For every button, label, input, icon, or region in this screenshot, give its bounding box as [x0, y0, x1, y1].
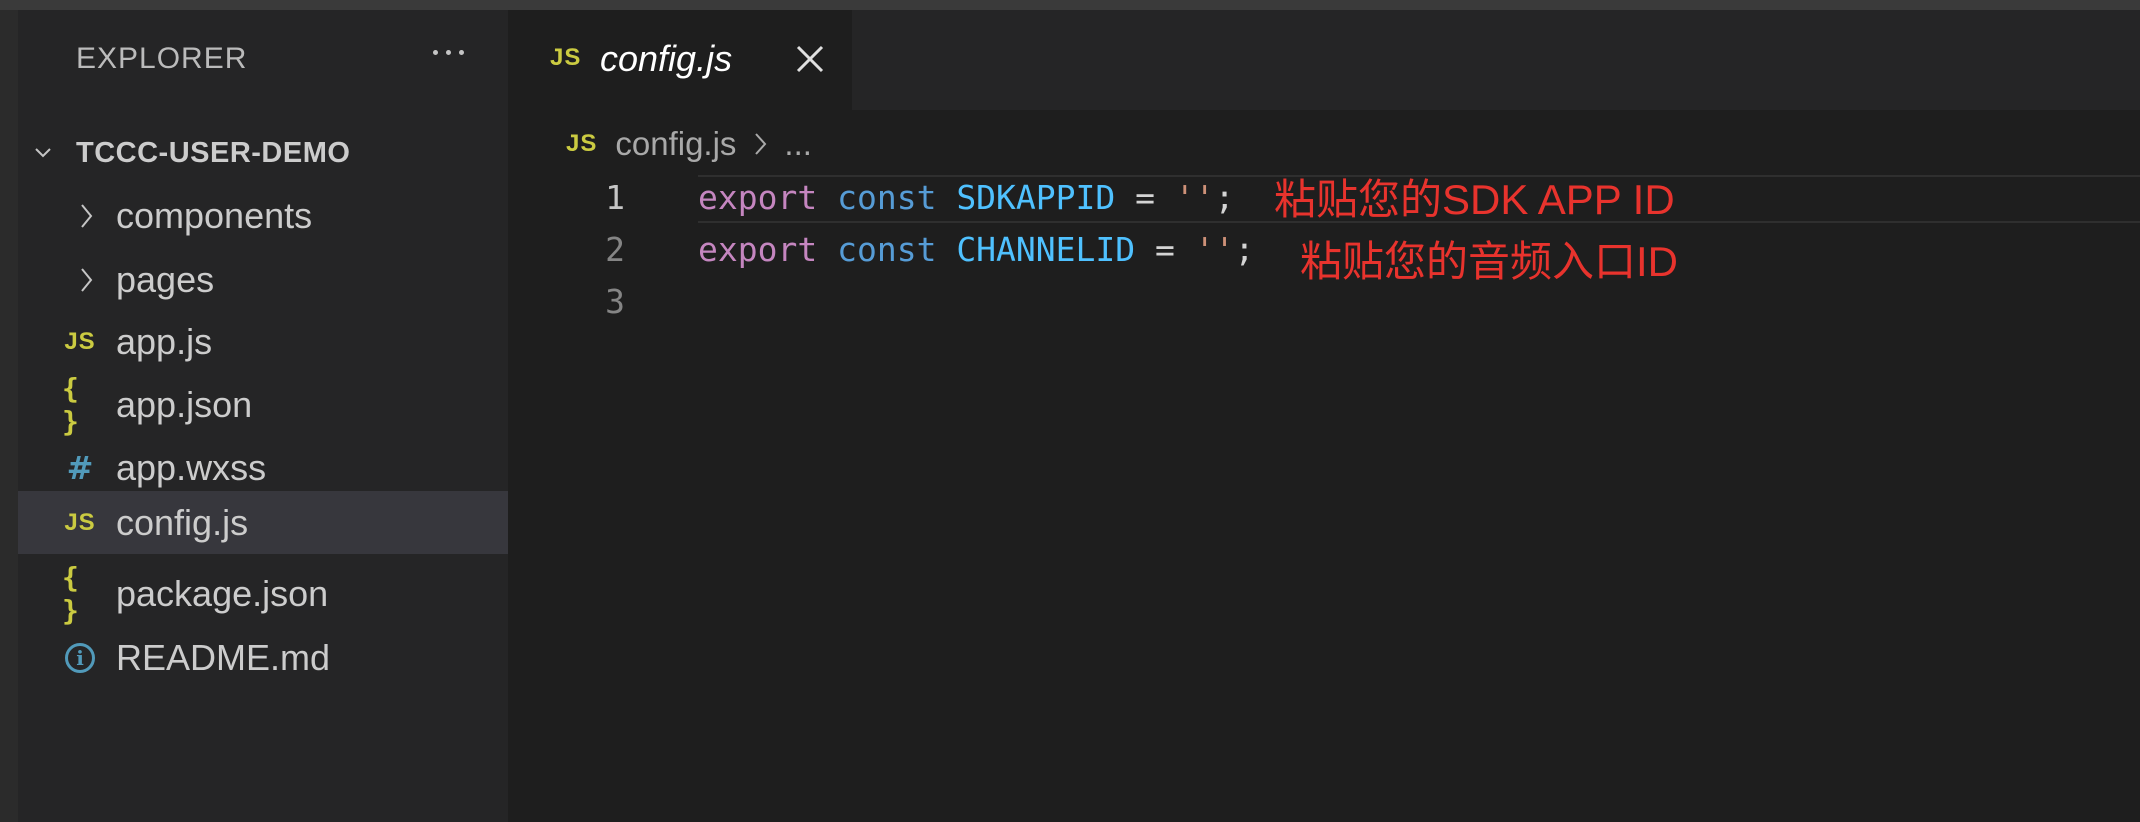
js-file-icon: JS: [64, 508, 96, 536]
tab-config-js[interactable]: JS config.js: [508, 10, 852, 110]
tree-item-label: pages: [116, 259, 215, 300]
annotation-sdkappid: 粘贴您的SDK APP ID: [1274, 176, 1675, 223]
tree-item-components[interactable]: components: [18, 186, 508, 246]
js-file-icon: JS: [550, 44, 582, 71]
workspace-folder-label: TCCC-USER-DEMO: [76, 136, 351, 169]
chevron-right-icon: [81, 204, 93, 228]
keyword: const: [837, 178, 937, 217]
tree-item-label: README.md: [116, 637, 331, 678]
annotation-channelid: 粘贴您的音频入口ID: [1300, 238, 1679, 285]
tree-item-config-js[interactable]: JS config.js: [18, 491, 508, 554]
editor-tab-strip: JS config.js: [508, 10, 2140, 110]
breadcrumb-symbols[interactable]: ...: [784, 125, 812, 163]
tree-item-app-wxss[interactable]: # app.wxss: [18, 438, 508, 498]
explorer-title: EXPLORER: [76, 42, 248, 75]
tree-item-label: app.js: [116, 321, 213, 362]
tab-label: config.js: [600, 38, 733, 79]
chevron-right-icon: [755, 133, 767, 155]
semicolon: ;: [1214, 178, 1235, 217]
semicolon: ;: [1234, 230, 1255, 269]
string-literal: '': [1174, 178, 1215, 217]
close-icon[interactable]: [793, 42, 827, 76]
code-line-2[interactable]: export const CHANNELID = '';: [698, 230, 1254, 269]
chevron-down-icon: [35, 148, 51, 158]
string-literal: '': [1194, 230, 1235, 269]
tree-item-app-js[interactable]: JS app.js: [18, 312, 508, 372]
identifier: SDKAPPID: [956, 178, 1116, 217]
tree-item-readme-md[interactable]: i README.md: [18, 628, 508, 688]
keyword: export: [698, 230, 818, 269]
breadcrumb-file[interactable]: config.js: [615, 125, 736, 163]
more-actions-icon[interactable]: [418, 32, 478, 72]
activity-bar: [0, 10, 18, 822]
explorer-sidebar: EXPLORER TCCC-USER-DEMO components pages: [18, 10, 508, 822]
info-file-icon: i: [62, 640, 98, 676]
keyword: const: [837, 230, 937, 269]
tree-item-label: package.json: [116, 573, 329, 614]
tree-item-label: config.js: [116, 501, 249, 543]
code-line-1[interactable]: export const SDKAPPID = '';: [698, 178, 1235, 217]
workspace-folder[interactable]: TCCC-USER-DEMO: [18, 128, 508, 178]
js-file-icon: JS: [64, 328, 96, 355]
json-file-icon: { }: [62, 372, 81, 438]
line-number: 2: [605, 230, 625, 269]
tree-item-label: app.wxss: [116, 447, 267, 488]
tree-item-app-json[interactable]: { } app.json: [18, 372, 508, 438]
vscode-window: EXPLORER TCCC-USER-DEMO components pages: [0, 0, 2140, 822]
tree-item-label: app.json: [116, 384, 253, 425]
css-file-icon: #: [66, 449, 94, 487]
line-number: 3: [605, 282, 625, 321]
tree-item-package-json[interactable]: { } package.json: [18, 561, 508, 627]
js-file-icon: JS: [566, 130, 598, 157]
operator: =: [1155, 230, 1175, 269]
keyword: export: [698, 178, 818, 217]
chevron-right-icon: [81, 268, 93, 292]
tree-item-pages[interactable]: pages: [18, 250, 508, 310]
line-number: 1: [605, 178, 625, 217]
title-bar: [0, 0, 2140, 10]
identifier: CHANNELID: [956, 230, 1136, 269]
breadcrumb: JS config.js ...: [566, 120, 812, 168]
tree-item-label: components: [116, 195, 313, 236]
operator: =: [1135, 178, 1156, 217]
json-file-icon: { }: [62, 561, 81, 627]
